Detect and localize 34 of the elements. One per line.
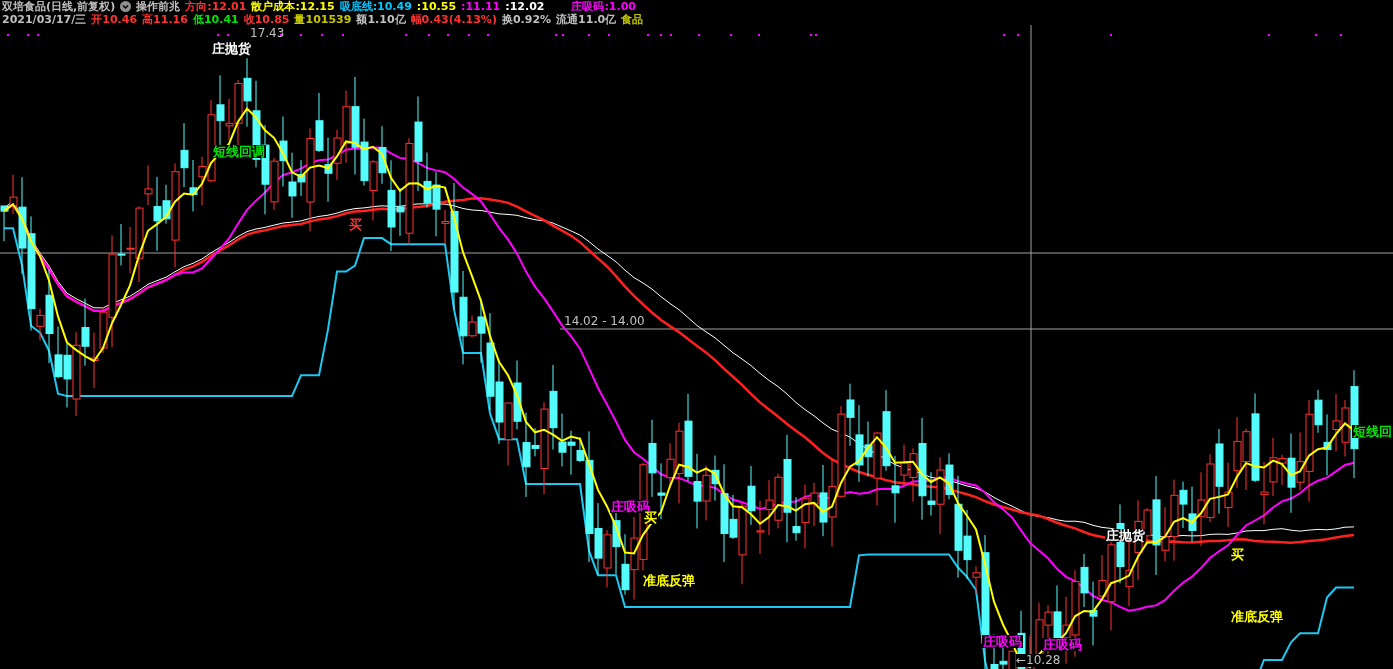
quote-value: 收10.85 (243, 13, 290, 26)
signal-label: 买 (643, 511, 658, 524)
quote-value: 换0.92% (501, 13, 552, 26)
signal-label: 买 (348, 218, 363, 231)
max-price-label: 17.43 (250, 27, 285, 40)
quote-value: 食品 (621, 13, 644, 26)
indicator-value: 庄吸码:1.00 (571, 0, 636, 13)
indicator-value: :11.11 (461, 0, 501, 13)
quote-value: 额1.10亿 (356, 13, 406, 26)
indicator-value: 吸底线:10.49 (339, 0, 412, 13)
signal-label: 庄吸码 (982, 635, 1023, 648)
indicator-value: :12.02 (505, 0, 545, 13)
indicator-value: :10.55 (416, 0, 457, 13)
quote-value: 流通11.0亿 (556, 13, 617, 26)
quote-value: 量101539 (294, 13, 352, 26)
down-chevron-icon[interactable] (120, 1, 132, 12)
signal-label: 庄抛货 (211, 42, 252, 55)
indicator-value: 散户成本:12.15 (251, 0, 335, 13)
crosshair-price-label: 14.02 - 14.00 (564, 315, 645, 328)
signal-label: 准底反弹 (642, 574, 696, 587)
quote-value: 高11.16 (142, 13, 188, 26)
signal-label: 短线回 (1352, 425, 1393, 438)
signal-label: 准底反弹 (1230, 610, 1284, 623)
signal-label: 短线回调 (212, 145, 266, 158)
quote-value: 开10.46 (91, 13, 138, 26)
quote-value: 低10.41 (192, 13, 239, 26)
quote-value: 2021/03/17/三 (2, 13, 87, 26)
indicator-name: 操作前兆 (136, 0, 181, 13)
signal-label: 买 (1230, 548, 1245, 561)
stock-title: 双培食品(日线,前复权) (2, 0, 116, 13)
indicator-value: 方向:12.01 (185, 0, 247, 13)
signal-label: 庄抛货 (1105, 529, 1146, 542)
signal-label: 庄吸码 (1042, 638, 1083, 651)
quote-value: 幅0.43(4.13%) (410, 13, 497, 26)
